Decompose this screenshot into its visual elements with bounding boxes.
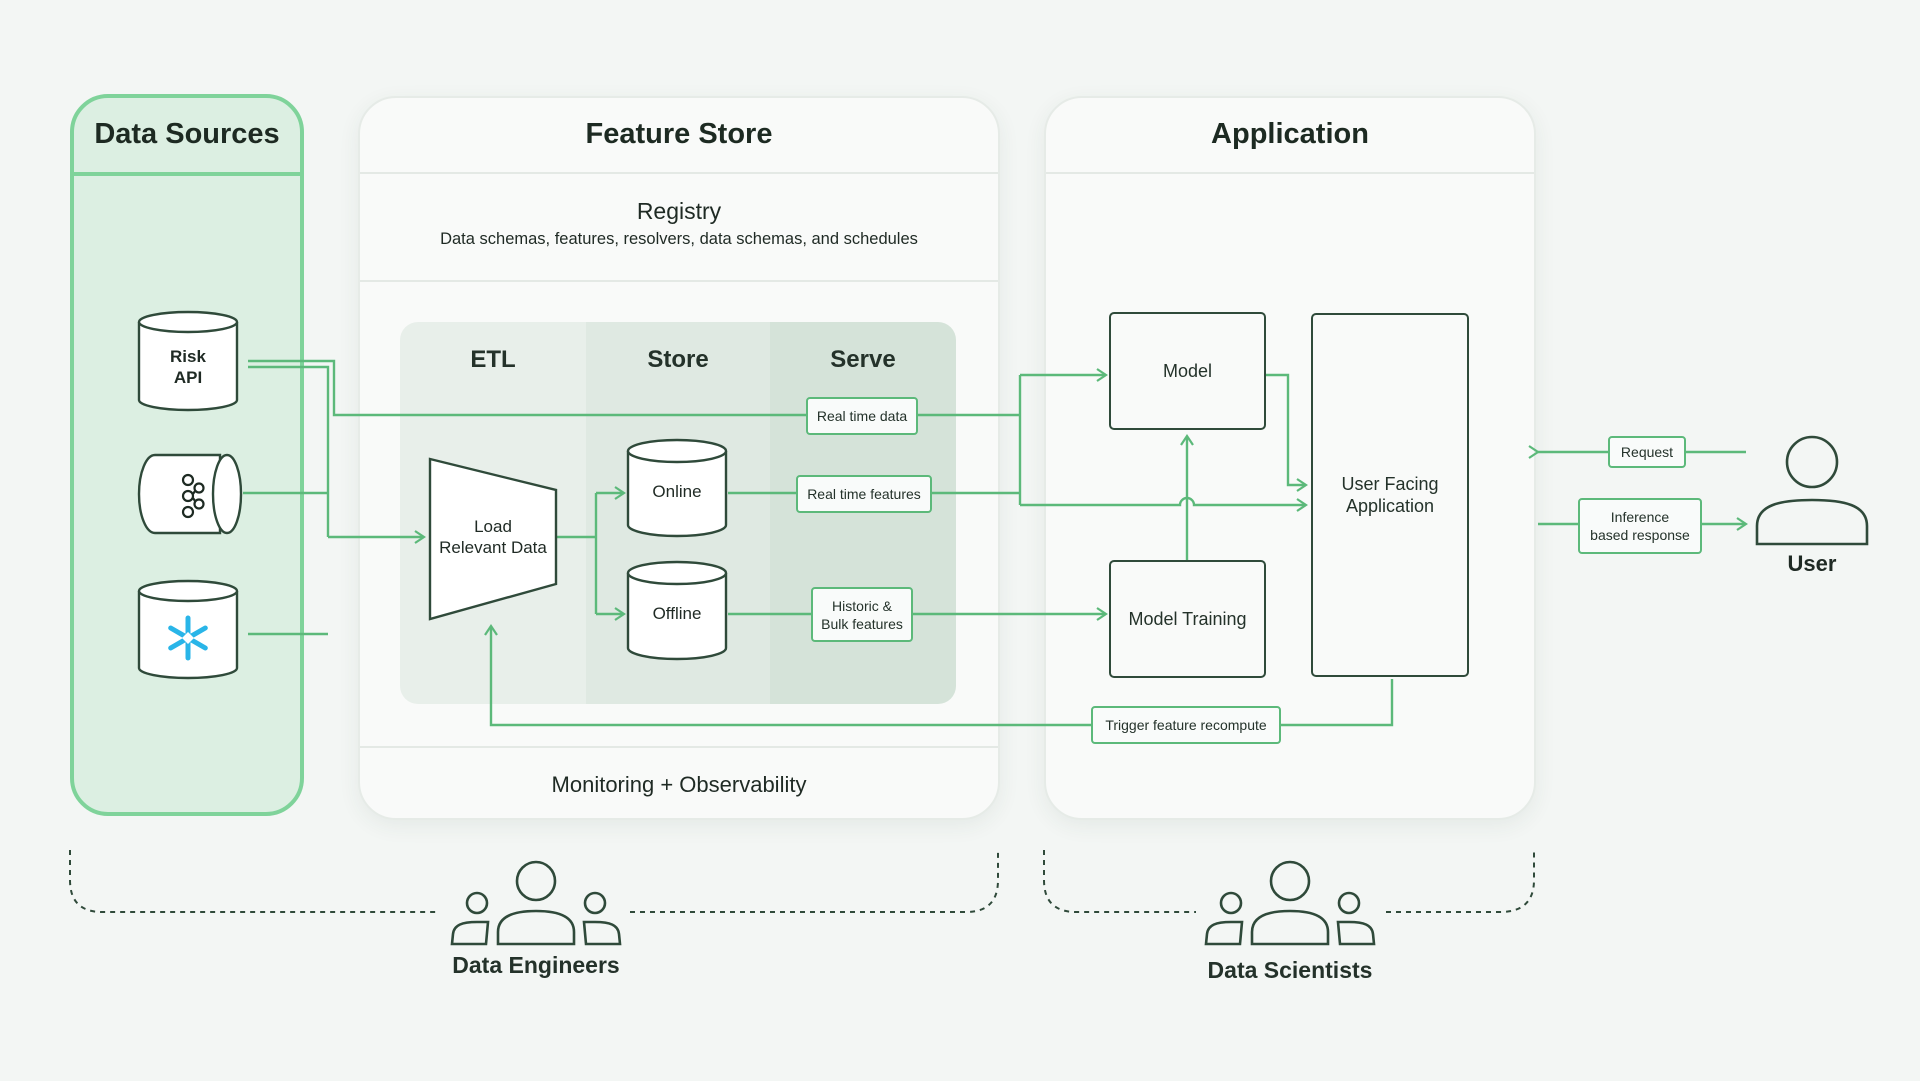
offline-label: Offline [652,604,702,623]
load-relevant-data-label: Load Relevant Data [439,517,547,557]
user-icon [1755,435,1869,546]
request-tag: Request [1608,436,1686,468]
data-scientists-label: Data Scientists [1207,957,1373,983]
real-time-features-tag: Real time features [796,475,932,513]
inference-response-tag: Inference based response [1578,498,1702,554]
real-time-data-tag: Real time data [806,397,918,435]
people-group-icon [1204,860,1376,946]
data-engineers-label: Data Engineers [452,952,620,978]
model-box: Model [1109,312,1266,430]
risk-api-label: Risk API [170,347,206,387]
people-group-icon [450,860,622,946]
user-label: User [1787,551,1837,576]
trigger-recompute-tag: Trigger feature recompute [1091,706,1281,744]
historic-bulk-tag: Historic & Bulk features [811,587,913,642]
model-training-box: Model Training [1109,560,1266,678]
user-facing-application-box: User Facing Application [1311,313,1469,677]
online-label: Online [652,482,702,501]
